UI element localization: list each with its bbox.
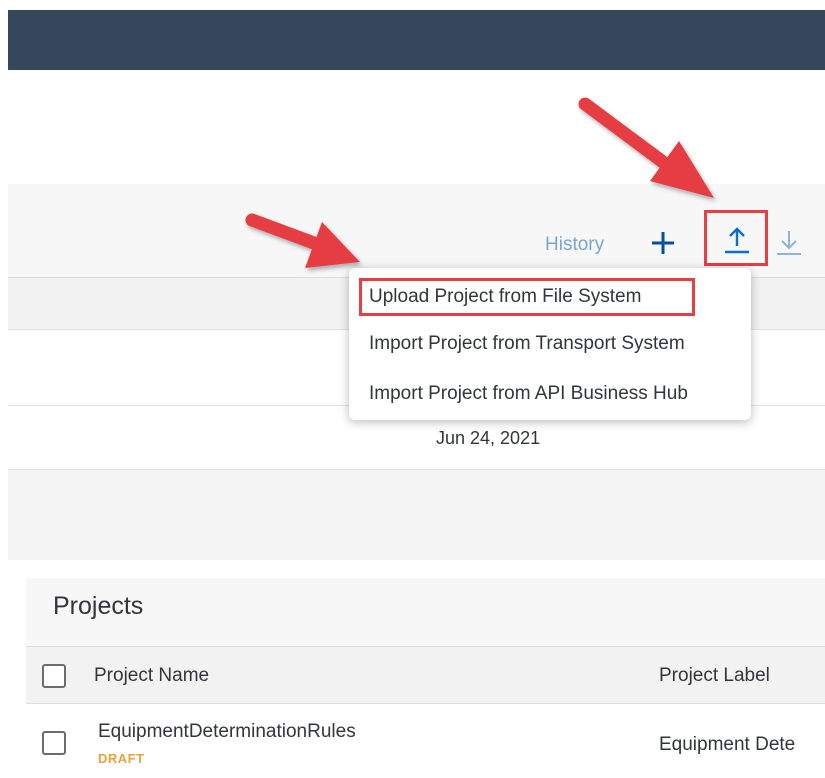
projects-table-header: Project Name Project Label bbox=[26, 646, 825, 704]
projects-title: Projects bbox=[53, 592, 144, 620]
section-spacer bbox=[8, 470, 825, 560]
column-header-project-label[interactable]: Project Label bbox=[659, 665, 770, 687]
toolbar-panel: History bbox=[8, 184, 825, 278]
menu-item-import-transport-system[interactable]: Import Project from Transport System bbox=[359, 325, 739, 363]
menu-item-import-api-business-hub[interactable]: Import Project from API Business Hub bbox=[359, 375, 739, 413]
shell-header-bar bbox=[8, 10, 825, 70]
plus-icon bbox=[652, 232, 674, 254]
upload-project-button[interactable] bbox=[704, 210, 768, 266]
project-name-link[interactable]: EquipmentDeterminationRules bbox=[98, 721, 356, 743]
row-checkbox[interactable] bbox=[42, 731, 66, 755]
menu-item-upload-file-system[interactable]: Upload Project from File System bbox=[359, 278, 695, 316]
project-label: Equipment Dete bbox=[659, 734, 796, 755]
projects-panel: Projects Project Name Project Label Equi… bbox=[26, 578, 825, 778]
add-project-button[interactable] bbox=[648, 228, 678, 258]
row-date: Jun 24, 2021 bbox=[436, 428, 541, 448]
history-link[interactable]: History bbox=[545, 234, 604, 256]
table-row[interactable]: EquipmentDeterminationRules DRAFT Equipm… bbox=[26, 704, 825, 778]
download-icon bbox=[777, 231, 801, 255]
column-header-project-name[interactable]: Project Name bbox=[94, 665, 209, 687]
upload-icon bbox=[725, 227, 749, 254]
upload-dropdown-menu: Upload Project from File System Import P… bbox=[349, 268, 751, 420]
status-badge: DRAFT bbox=[98, 751, 145, 766]
download-project-button[interactable] bbox=[776, 228, 806, 258]
select-all-checkbox[interactable] bbox=[42, 664, 66, 688]
